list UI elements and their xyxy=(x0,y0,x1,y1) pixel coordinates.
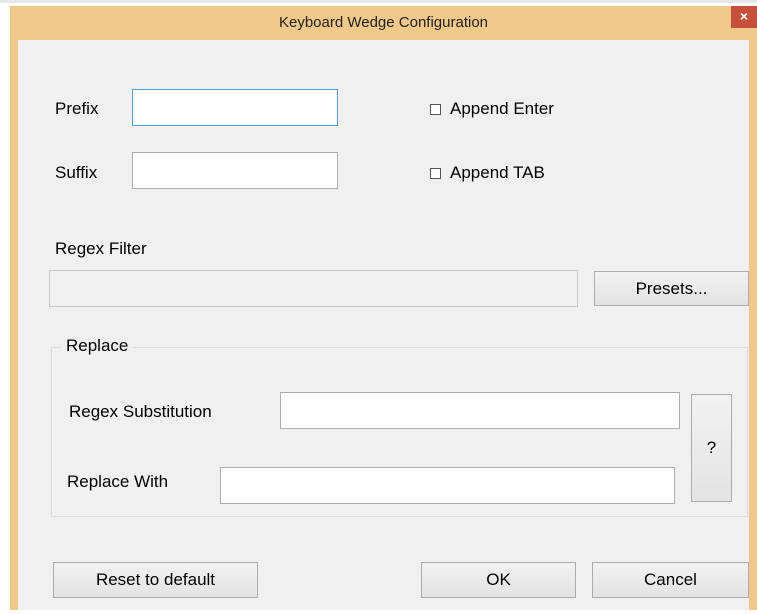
ok-button[interactable]: OK xyxy=(421,562,576,598)
prefix-input[interactable] xyxy=(132,89,338,126)
presets-button[interactable]: Presets... xyxy=(594,271,749,306)
suffix-input[interactable] xyxy=(132,152,338,189)
append-tab-checkbox[interactable]: Append TAB xyxy=(430,163,545,183)
title-bar[interactable]: Keyboard Wedge Configuration × xyxy=(10,6,757,40)
desktop-edge xyxy=(0,0,757,3)
append-tab-label: Append TAB xyxy=(450,163,545,182)
dialog-body: Prefix Suffix Append Enter Append TAB Re… xyxy=(18,40,749,610)
help-button[interactable]: ? xyxy=(691,394,732,502)
checkbox-icon[interactable] xyxy=(430,167,441,179)
replace-with-input[interactable] xyxy=(220,467,675,504)
replace-with-label: Replace With xyxy=(67,472,169,491)
regex-filter-label: Regex Filter xyxy=(55,239,147,258)
append-enter-checkbox[interactable]: Append Enter xyxy=(430,99,554,119)
suffix-label: Suffix xyxy=(55,163,98,182)
close-icon[interactable]: × xyxy=(731,6,757,28)
cancel-button[interactable]: Cancel xyxy=(592,562,749,598)
regex-substitution-input[interactable] xyxy=(280,392,680,429)
regex-substitution-label: Regex Substitution xyxy=(69,402,212,421)
append-enter-label: Append Enter xyxy=(450,99,554,118)
dialog-window: Keyboard Wedge Configuration × Prefix Su… xyxy=(10,6,757,610)
reset-to-default-button[interactable]: Reset to default xyxy=(53,562,258,598)
prefix-label: Prefix xyxy=(55,99,99,118)
window-title: Keyboard Wedge Configuration xyxy=(278,14,489,31)
replace-group-title: Replace xyxy=(61,336,134,356)
checkbox-icon[interactable] xyxy=(430,103,441,115)
regex-filter-input[interactable] xyxy=(49,270,578,307)
